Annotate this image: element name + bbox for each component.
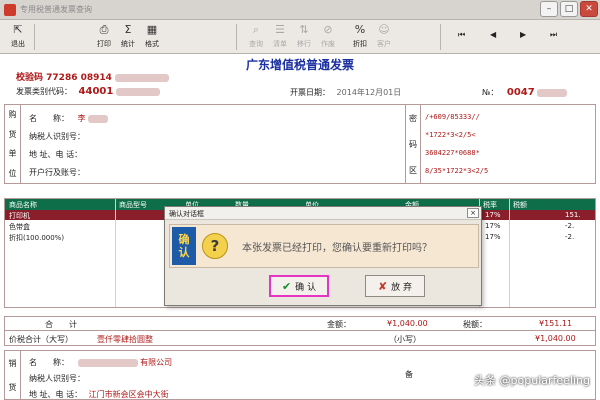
confirm-dialog: 确认对话框 × 确 认 ? 本张发票已经打印，您确认要重新打印吗？ ✔ 确 认 … [164, 206, 482, 306]
amount-upper-label: 价税合计（大写） [9, 335, 73, 344]
exit-button[interactable]: ⇱ 退出 [6, 23, 30, 51]
col-header-model: 商品型号 [119, 201, 147, 209]
seller-address-row[interactable]: 地 址、电 话： 江门市新会区会中大街 [29, 389, 169, 400]
close-button[interactable]: ✕ [580, 1, 598, 17]
list-button[interactable]: ☰ 清单 [268, 23, 292, 51]
tax-label: 税额： [463, 320, 487, 329]
purchaser-name-row[interactable]: 名 称： 李 [29, 113, 109, 124]
check-icon: ✔ [281, 279, 292, 293]
last-record-button[interactable]: ⏭ [550, 30, 557, 40]
print-button[interactable]: ⎙ 打印 [92, 23, 116, 51]
dialog-body: 确 认 ? 本张发票已经打印，您确认要重新打印吗？ [169, 224, 479, 268]
issue-date: 开票日期： 2014年12月01日 [290, 88, 402, 97]
cipher-line: /+609/85333// [425, 113, 480, 121]
discount-icon: % [354, 23, 366, 36]
minimize-button[interactable]: – [540, 1, 558, 17]
redacted-text [537, 88, 568, 97]
format-button[interactable]: ▦ 格式 [140, 23, 164, 51]
col-header-rate: 税率 [483, 201, 497, 209]
total-label: 合 计 [45, 320, 77, 329]
purchaser-side-label: 购 货 单 位 [5, 105, 21, 183]
cipher-side-label: 密 码 区 [405, 105, 421, 183]
amount-upper-value: 壹仟零肆拾圆整 [97, 335, 153, 344]
cipher-line: *1722*3<2/5< [425, 131, 476, 139]
move-row-icon: ⇅ [299, 23, 309, 36]
col-header-tax: 税额 [513, 201, 527, 209]
confirm-mark: 确 认 [172, 227, 196, 265]
customer-button[interactable]: ☺ 客户 [372, 23, 396, 51]
title-bar: 专用税普通发票查询 – □ ✕ [0, 0, 600, 20]
void-button[interactable]: ⊘ 作废 [316, 23, 340, 51]
cipher-line: 8/35*1722*3<2/5 [425, 167, 489, 175]
seller-name-row[interactable]: 名 称： 有限公司 [29, 357, 172, 368]
maximize-button[interactable]: □ [560, 1, 578, 17]
question-icon: ? [202, 233, 228, 259]
dialog-close-button[interactable]: × [467, 208, 479, 218]
toolbar-separator [236, 24, 237, 50]
next-record-button[interactable]: ▶ [520, 30, 526, 39]
redacted-text [115, 73, 170, 82]
query-icon: ⌕ [252, 23, 260, 36]
list-icon: ☰ [275, 23, 285, 36]
customer-icon: ☺ [378, 23, 390, 36]
confirm-button[interactable]: ✔ 确 认 [269, 275, 329, 297]
tax-value: ¥151.11 [539, 319, 573, 328]
check-code-value: 77286 08914 [46, 73, 112, 83]
abandon-button[interactable]: ✘ 放 弃 [365, 275, 425, 297]
query-button[interactable]: ⌕ 查询 [244, 23, 268, 51]
purchaser-block: 购 货 单 位 名 称： 李 纳税人识别号： 地 址、电 话： 开户行及账号： … [4, 104, 596, 184]
window-title: 专用税普通发票查询 [20, 5, 92, 14]
seller-taxid-row[interactable]: 纳税人识别号： [29, 373, 85, 384]
col-header-name: 商品名称 [9, 201, 37, 209]
seller-address-value: 江门市新会区会中大街 [88, 390, 169, 399]
void-icon: ⊘ [323, 23, 333, 36]
sigma-icon: Σ [124, 23, 132, 36]
format-icon: ▦ [146, 23, 158, 36]
prev-record-button[interactable]: ◀ [490, 30, 496, 39]
column-divider [509, 199, 510, 307]
dialog-title: 确认对话框 [169, 210, 204, 218]
exit-icon: ⇱ [13, 23, 23, 36]
app-icon [4, 4, 16, 16]
amount-lower-label: （小写） [389, 335, 421, 344]
first-record-button[interactable]: ⏮ [458, 30, 465, 40]
toolbar-separator [440, 24, 441, 50]
note-label: 备 [405, 370, 413, 379]
purchaser-bank-row[interactable]: 开户行及账号： [29, 167, 85, 178]
cross-icon: ✘ [377, 279, 388, 293]
purchaser-address-row[interactable]: 地 址、电 话： [29, 149, 82, 160]
toolbar-separator [34, 24, 35, 50]
move-row-button[interactable]: ⇅ 移行 [292, 23, 316, 51]
toolbar: ⇱ 退出 ⎙ 打印 Σ 统计 ▦ 格式 ⌕ 查询 ☰ 清单 ⇅ 移行 ⊘ 作废 … [0, 20, 600, 54]
totals-row: 合 计 金额： ¥1,040.00 税额： ¥151.11 [5, 317, 595, 331]
amount-lower-value: ¥1,040.00 [535, 334, 576, 343]
redacted-text [77, 358, 138, 367]
watermark-text: 头条 @popularfeeling [474, 374, 590, 387]
column-divider [115, 199, 116, 307]
seller-side-label: 销 货 [5, 351, 21, 399]
purchaser-name-value: 李 [77, 114, 86, 123]
printer-icon: ⎙ [99, 23, 109, 36]
cipher-line: 3604227*0688* [425, 149, 480, 157]
seller-name-value: 有限公司 [140, 358, 173, 367]
window-controls: – □ ✕ [540, 1, 598, 17]
redacted-text [115, 87, 160, 96]
redacted-text [88, 114, 109, 123]
dialog-message: 本张发票已经打印，您确认要重新打印吗？ [242, 243, 432, 254]
type-code-value: 44001 [78, 86, 114, 97]
issue-date-value: 2014年12月01日 [336, 88, 402, 97]
purchaser-taxid-row[interactable]: 纳税人识别号： [29, 131, 85, 142]
amount-value: ¥1,040.00 [387, 319, 428, 328]
totals-block: 合 计 金额： ¥1,040.00 税额： ¥151.11 价税合计（大写） 壹… [4, 316, 596, 346]
check-code: 校验码 77286 08914 [16, 70, 170, 83]
invoice-type-code: 发票类别代码： 44001 [16, 86, 160, 97]
dialog-title-bar: 确认对话框 × [165, 207, 481, 220]
stats-button[interactable]: Σ 统计 [116, 23, 140, 51]
discount-button[interactable]: % 折扣 [348, 23, 372, 51]
invoice-number-value: 0047 [506, 87, 535, 98]
invoice-number: №： 0047 [482, 87, 568, 98]
amount-label: 金额： [327, 320, 351, 329]
